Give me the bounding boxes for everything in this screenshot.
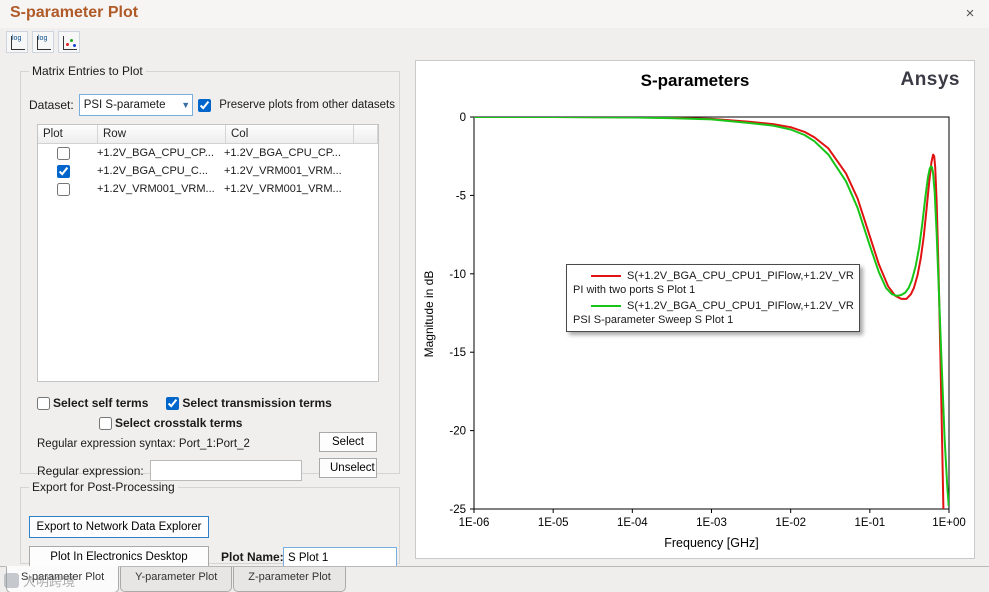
plot-name-label: Plot Name: bbox=[221, 550, 284, 564]
regex-label: Regular expression: bbox=[37, 463, 144, 478]
plot-in-electronics-desktop-button[interactable]: Plot In Electronics Desktop bbox=[29, 546, 209, 567]
x-tick-label: 1E-04 bbox=[617, 517, 648, 529]
export-group-title: Export for Post-Processing bbox=[32, 480, 175, 494]
green-dot-icon bbox=[70, 39, 73, 42]
watermark: 大明跨境 bbox=[4, 571, 75, 590]
y-tick-label: -10 bbox=[449, 269, 466, 281]
regex-syntax-label: Regular expression syntax: Port_1:Port_2 bbox=[37, 438, 250, 450]
x-axis-label: Frequency [GHz] bbox=[664, 536, 758, 550]
row-cell: +1.2V_BGA_CPU_CP... bbox=[97, 147, 214, 159]
preserve-plots-checkbox[interactable] bbox=[198, 98, 212, 112]
watermark-text: 大明跨境 bbox=[23, 574, 76, 589]
scatter-symbols-button[interactable] bbox=[58, 31, 80, 53]
tab-z-parameter-plot[interactable]: Z-parameter Plot bbox=[233, 567, 346, 592]
column-header-row[interactable]: Row bbox=[98, 125, 226, 143]
col-cell: +1.2V_VRM001_VRM... bbox=[224, 165, 342, 177]
tab-bar: S-parameter Plot Y-parameter Plot Z-para… bbox=[0, 566, 989, 592]
select-button[interactable]: Select bbox=[319, 432, 377, 452]
row-cell: +1.2V_BGA_CPU_C... bbox=[97, 165, 208, 177]
y-tick-label: -5 bbox=[456, 190, 466, 202]
y-tick-label: -20 bbox=[449, 426, 466, 438]
plot-checkbox[interactable] bbox=[57, 182, 70, 196]
x-tick-label: 1E+00 bbox=[932, 517, 966, 529]
blue-dot-icon bbox=[73, 44, 76, 47]
select-transmission-terms-checkbox[interactable] bbox=[166, 396, 180, 410]
table-empty-area bbox=[38, 198, 378, 381]
unselect-button[interactable]: Unselect bbox=[319, 458, 377, 478]
close-button[interactable]: × bbox=[961, 5, 979, 22]
scatter-plot-icon bbox=[63, 36, 77, 50]
red-dot-icon bbox=[66, 43, 69, 46]
x-tick-label: 1E-03 bbox=[696, 517, 727, 529]
terms-row-1: Select self terms Select transmission te… bbox=[37, 396, 332, 410]
y-tick-label: 0 bbox=[460, 112, 466, 124]
ansys-logo: Ansys bbox=[900, 69, 960, 90]
plot-checkbox[interactable] bbox=[57, 164, 70, 178]
dialog-title: S-parameter Plot bbox=[10, 4, 139, 21]
series-line-swatch-red bbox=[591, 274, 621, 277]
tab-y-parameter-plot[interactable]: Y-parameter Plot bbox=[120, 567, 233, 592]
chevron-down-icon: ▼ bbox=[181, 100, 191, 110]
title-bar: S-parameter Plot × bbox=[0, 0, 989, 28]
plot-checkbox[interactable] bbox=[57, 146, 70, 160]
dataset-row: Dataset: PSI S-paramete ▼ Preserve plots… bbox=[29, 94, 395, 116]
chart-title: S-parameters bbox=[640, 71, 750, 90]
table-row[interactable]: +1.2V_BGA_CPU_C... +1.2V_VRM001_VRM... bbox=[38, 162, 378, 180]
select-self-terms-label: Select self terms bbox=[53, 396, 149, 410]
preserve-plots-label: Preserve plots from other datasets bbox=[219, 99, 395, 111]
s-parameter-plot-dialog: S-parameter Plot × log log Matrix Entrie… bbox=[0, 0, 989, 592]
table-row[interactable]: +1.2V_VRM001_VRM... +1.2V_VRM001_VRM... bbox=[38, 180, 378, 198]
y-tick-label: -25 bbox=[449, 504, 466, 516]
matrix-entries-group-title: Matrix Entries to Plot bbox=[32, 64, 143, 78]
matrix-entries-group: Matrix Entries to Plot Dataset: PSI S-pa… bbox=[20, 64, 400, 481]
x-tick-label: 1E-01 bbox=[854, 517, 885, 529]
dataset-label: Dataset: bbox=[29, 98, 74, 112]
col-cell: +1.2V_BGA_CPU_CP... bbox=[224, 147, 341, 159]
legend-label: S(+1.2V_BGA_CPU_CPU1_PIFlow,+1.2V_VR... bbox=[627, 269, 855, 282]
export-group: Export for Post-Processing Export to Net… bbox=[20, 480, 400, 568]
plot-name-input[interactable] bbox=[283, 547, 397, 568]
dataset-dropdown[interactable]: PSI S-paramete ▼ bbox=[78, 94, 194, 116]
series-line-swatch-green bbox=[591, 304, 621, 307]
column-header-col[interactable]: Col bbox=[226, 125, 354, 143]
column-header-plot[interactable]: Plot bbox=[38, 125, 98, 143]
legend-sublabel: PI with two ports S Plot 1 bbox=[573, 284, 696, 296]
log-y-label: log bbox=[38, 35, 48, 42]
col-cell: +1.2V_VRM001_VRM... bbox=[224, 183, 342, 195]
column-header-spacer bbox=[354, 125, 378, 143]
log-y-scale-button[interactable]: log bbox=[32, 31, 54, 53]
matrix-table-header: Plot Row Col bbox=[38, 125, 378, 144]
legend-item: S(+1.2V_BGA_CPU_CPU1_PIFlow,+1.2V_VR... … bbox=[571, 298, 855, 328]
toolbar: log log bbox=[6, 31, 80, 53]
select-transmission-terms-label: Select transmission terms bbox=[182, 396, 332, 410]
chart-panel: S-parameters Ansys Magnitude in dB 1E-06… bbox=[415, 60, 975, 559]
table-row[interactable]: +1.2V_BGA_CPU_CP... +1.2V_BGA_CPU_CP... bbox=[38, 144, 378, 162]
chart-legend[interactable]: S(+1.2V_BGA_CPU_CPU1_PIFlow,+1.2V_VR... … bbox=[566, 264, 860, 332]
select-crosstalk-terms-checkbox[interactable] bbox=[99, 416, 112, 430]
matrix-table: Plot Row Col +1.2V_BGA_CPU_CP... +1.2V_B… bbox=[37, 124, 379, 382]
export-network-data-explorer-button[interactable]: Export to Network Data Explorer bbox=[29, 516, 209, 538]
x-tick-label: 1E-06 bbox=[459, 517, 490, 529]
row-cell: +1.2V_VRM001_VRM... bbox=[97, 183, 215, 195]
select-crosstalk-terms-label: Select crosstalk terms bbox=[115, 416, 243, 430]
regex-row: Regular expression: bbox=[37, 460, 302, 481]
legend-item: S(+1.2V_BGA_CPU_CPU1_PIFlow,+1.2V_VR... … bbox=[571, 268, 855, 298]
select-self-terms-checkbox[interactable] bbox=[37, 396, 50, 410]
x-tick-label: 1E-02 bbox=[775, 517, 806, 529]
legend-sublabel: PSI S-parameter Sweep S Plot 1 bbox=[573, 314, 734, 326]
legend-label: S(+1.2V_BGA_CPU_CPU1_PIFlow,+1.2V_VR... bbox=[627, 299, 855, 312]
log-x-scale-button[interactable]: log bbox=[6, 31, 28, 53]
regex-input[interactable] bbox=[149, 460, 302, 481]
x-tick-label: 1E-05 bbox=[538, 517, 569, 529]
log-x-label: log bbox=[12, 35, 22, 42]
watermark-logo bbox=[4, 573, 19, 588]
terms-row-2: Select crosstalk terms bbox=[99, 416, 242, 430]
y-tick-label: -15 bbox=[449, 347, 466, 359]
dataset-dropdown-value: PSI S-paramete bbox=[83, 99, 166, 111]
